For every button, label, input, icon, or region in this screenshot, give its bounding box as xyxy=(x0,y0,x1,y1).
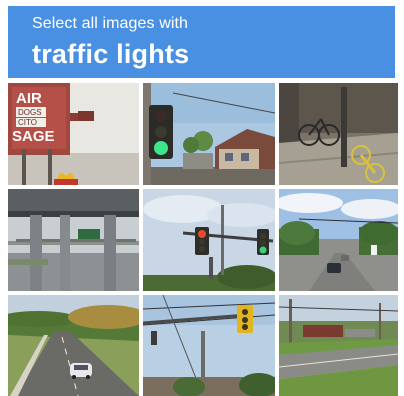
image-tile-8[interactable] xyxy=(143,295,275,396)
image-grid: AIR DOGS CITO SAGE xyxy=(8,83,398,396)
image-tile-9[interactable] xyxy=(279,295,398,396)
image-tile-5[interactable] xyxy=(143,189,275,291)
image-tile-7[interactable] xyxy=(8,295,139,396)
image-tile-2[interactable] xyxy=(143,83,275,185)
sign-text-4: SAGE xyxy=(12,128,55,145)
sign-text-3: CITO xyxy=(18,118,37,127)
sign-text-2: DOGS xyxy=(18,108,42,117)
sign-text-1: AIR xyxy=(16,90,42,107)
captcha-header: Select all images with traffic lights xyxy=(8,6,395,78)
tile-3-image xyxy=(279,83,398,185)
tile-8-image xyxy=(143,295,275,396)
tile-6-image xyxy=(279,189,398,291)
image-tile-4[interactable] xyxy=(8,189,139,291)
tile-5-image xyxy=(143,189,275,291)
image-tile-6[interactable] xyxy=(279,189,398,291)
tile-1-image: AIR DOGS CITO SAGE xyxy=(8,83,139,185)
image-tile-1[interactable]: AIR DOGS CITO SAGE xyxy=(8,83,139,185)
tile-2-image xyxy=(143,83,275,185)
target-object-text: traffic lights xyxy=(32,39,190,69)
tile-9-image xyxy=(279,295,398,396)
image-tile-3[interactable] xyxy=(279,83,398,185)
tile-4-image xyxy=(8,189,139,291)
tile-7-image xyxy=(8,295,139,396)
captcha-challenge: Select all images with traffic lights AI… xyxy=(0,0,404,396)
instruction-text: Select all images with xyxy=(32,15,189,32)
